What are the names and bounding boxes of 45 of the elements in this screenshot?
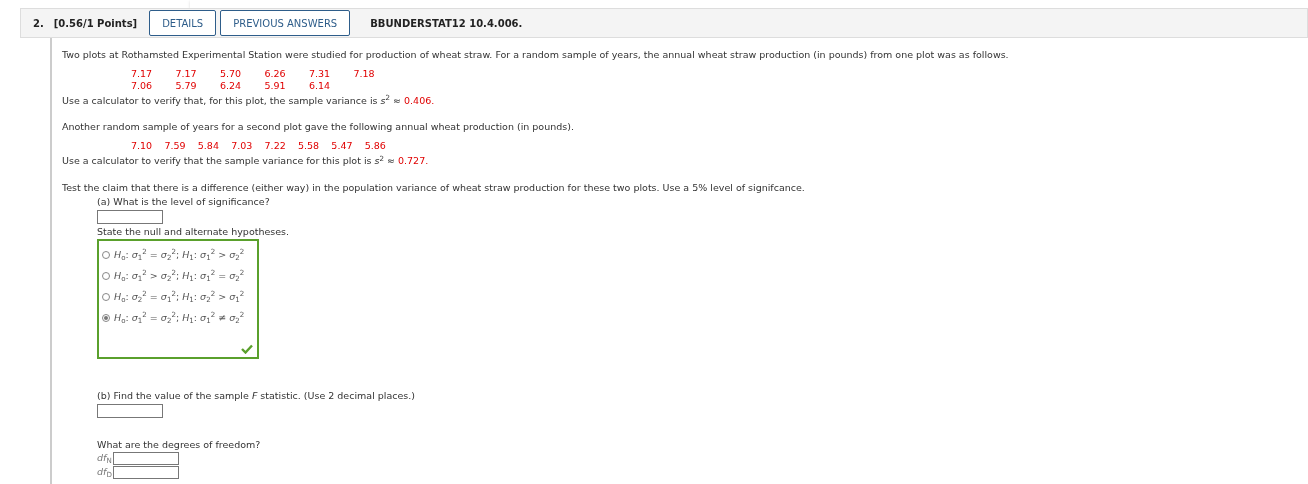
radio-button[interactable] <box>102 272 110 280</box>
answer-field[interactable] <box>97 403 163 418</box>
radio-button[interactable] <box>102 251 110 259</box>
question-text: State the null and alternate hypotheses. <box>97 224 291 239</box>
header-button[interactable]: DETAILS <box>149 10 217 36</box>
df-label: df$_{D}$ <box>97 465 113 480</box>
data-value: 7.59 <box>164 140 187 153</box>
problem-text: Two plots at Rothamsted Experimental Station were studied for production of wheat straw. For a random sample of years, the annual wheat straw production (in pounds) from one plot was as follows. <box>62 48 1010 62</box>
data-value: 5.47 <box>331 140 354 153</box>
data-value: 7.31 <box>309 68 332 80</box>
data-value: 7.17 <box>131 68 154 80</box>
question-text: (b) Find the value of the sample F statistic. (Use 2 decimal places.) <box>97 388 417 403</box>
answer-field[interactable] <box>97 209 163 224</box>
variance-text: Use a calculator to verify that, for this plot, the sample variance is s$^{2}$ ≈ <box>62 94 402 108</box>
points-label: [0.56/1 Points] <box>53 16 138 31</box>
variance-value: 0.727. <box>398 154 429 169</box>
data-value: 5.79 <box>175 80 198 92</box>
variance-text: Use a calculator to verify that the sample variance for this plot is s$^{2}$ ≈ <box>62 154 395 169</box>
problem-text: Another random sample of years for a second plot gave the following annual wheat production (in pounds). <box>62 120 575 135</box>
question-text: (a) What is the level of significance? <box>97 194 271 209</box>
data-value: 7.17 <box>175 68 198 80</box>
radio-button[interactable] <box>102 293 110 301</box>
radio-button[interactable] <box>102 314 110 322</box>
data-value: 5.84 <box>197 140 220 153</box>
data-value: 5.91 <box>264 80 287 92</box>
question-text: What are the degrees of freedom? <box>97 437 262 452</box>
header-button[interactable]: PREVIOUS ANSWERS <box>220 10 351 36</box>
data-value: 7.22 <box>264 140 287 153</box>
data-value: 7.18 <box>353 68 376 80</box>
data-value: 7.06 <box>131 80 154 92</box>
answer-field[interactable] <box>113 452 179 465</box>
data-value: 7.10 <box>131 140 154 153</box>
data-value: 6.14 <box>309 80 332 92</box>
data-value: 5.86 <box>364 140 387 153</box>
answer-field[interactable] <box>113 466 179 479</box>
data-value: 6.24 <box>220 80 243 92</box>
data-value: 6.26 <box>264 68 287 80</box>
question-number: 2. <box>33 16 44 31</box>
data-value: 5.58 <box>297 140 321 153</box>
data-value: 5.70 <box>220 68 243 80</box>
problem-code: BBUNDERSTAT12 10.4.006. <box>370 16 523 31</box>
df-label: df$_{N}$ <box>97 451 113 466</box>
variance-value: 0.406. <box>404 94 435 108</box>
problem-text: Test the claim that there is a difference (either way) in the population variance of wheat straw production for these two plots. Use a 5% level of signifcance. <box>62 180 806 195</box>
data-value: 7.03 <box>231 140 254 153</box>
